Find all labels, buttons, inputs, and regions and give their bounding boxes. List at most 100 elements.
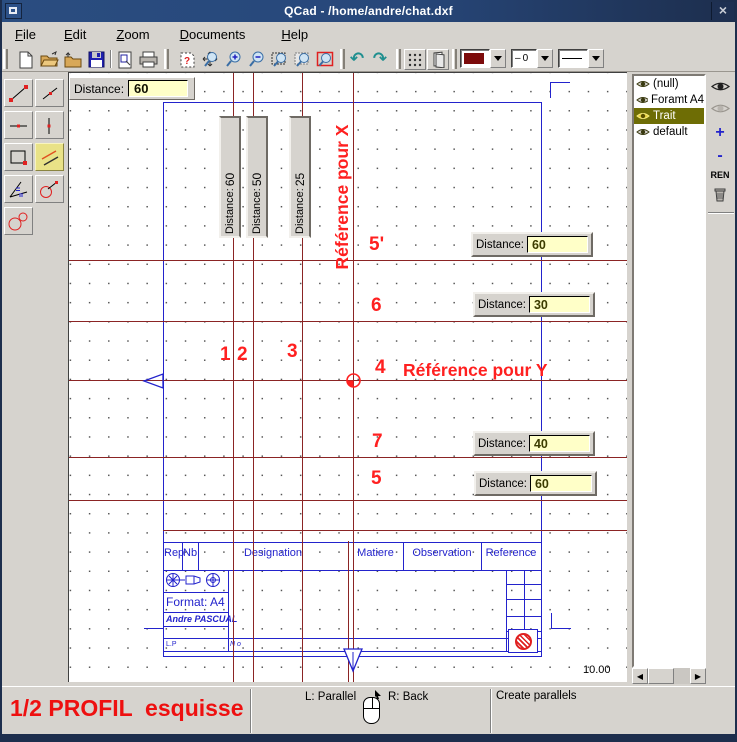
pages-icon — [431, 51, 446, 68]
tool-line-horizontal[interactable] — [4, 111, 33, 139]
tool-tangent-point-circle[interactable] — [35, 175, 64, 203]
layer-view-button[interactable] — [427, 49, 449, 70]
eye-icon[interactable] — [636, 79, 650, 89]
tool-tangent-circles[interactable] — [4, 207, 33, 235]
new-file-icon — [18, 51, 34, 69]
titleblock-header-reference: Reference — [481, 547, 541, 559]
zoom-auto-button[interactable] — [199, 49, 221, 70]
eye-icon[interactable] — [636, 111, 650, 121]
layer-name: (null) — [653, 78, 679, 90]
tool-line-vertical[interactable] — [35, 111, 64, 139]
tool-bisector[interactable] — [4, 175, 33, 203]
color-select-arrow[interactable] — [490, 49, 506, 68]
distance-tag-rotated-3: Distance:25 — [289, 116, 311, 238]
line-style-arrow[interactable] — [588, 49, 604, 68]
layer-show-all-button[interactable] — [706, 80, 734, 98]
crop-mark-top-right — [550, 82, 570, 98]
zoom-pan-button[interactable] — [291, 49, 313, 70]
zoom-in-button[interactable] — [222, 49, 244, 70]
rectangle-icon — [7, 147, 30, 168]
title-bar[interactable]: QCad - /home/andre/chat.dxf × — [0, 0, 737, 22]
titleblock-line — [506, 616, 542, 617]
delete-layer-button[interactable] — [706, 185, 734, 208]
tool-line-angle[interactable] — [35, 79, 64, 107]
toolbar-handle[interactable] — [452, 49, 457, 69]
layer-list-scrollbar[interactable]: ◀ ▶ — [632, 668, 706, 684]
tool-rectangle[interactable] — [4, 143, 33, 171]
status-bar: 1/2 PROFIL esquisse L: Parallel R: Back … — [0, 686, 737, 734]
layer-row-trait[interactable]: Trait — [634, 108, 704, 124]
close-button[interactable]: × — [711, 2, 734, 20]
print-preview-button[interactable] — [114, 49, 136, 70]
line-width-value: 0 — [523, 53, 529, 64]
import-button[interactable] — [61, 49, 83, 70]
line-style-glyph — [562, 58, 582, 59]
layer-row-null[interactable]: (null) — [634, 76, 704, 92]
toolbar-handle[interactable] — [396, 49, 401, 69]
titleblock-line — [163, 626, 228, 627]
eye-icon — [711, 80, 730, 93]
grid-toggle-button[interactable] — [404, 49, 426, 70]
distance-value: 60 — [223, 130, 238, 186]
menu-edit[interactable]: Edit — [55, 24, 95, 45]
zoom-window-button[interactable] — [268, 49, 290, 70]
new-file-button[interactable] — [15, 49, 37, 70]
titleblock-footer-left: L.P — [166, 641, 177, 648]
layer-row-default[interactable]: default — [634, 124, 704, 140]
titleblock-line — [163, 612, 228, 613]
rename-layer-button[interactable]: REN — [706, 170, 734, 180]
remove-layer-button[interactable]: - — [706, 147, 734, 165]
menu-file[interactable]: File — [6, 24, 45, 45]
open-file-button[interactable] — [38, 49, 60, 70]
eye-closed-icon — [711, 102, 730, 115]
line-style-field[interactable] — [558, 49, 588, 68]
distance-input[interactable]: 60 — [128, 80, 188, 97]
import-folder-icon — [63, 51, 82, 68]
panel-divider — [708, 212, 734, 214]
construction-hline-6 — [69, 321, 627, 322]
layer-hide-all-button[interactable] — [706, 102, 734, 120]
toolbar-handle[interactable] — [340, 49, 345, 69]
distance-tag-60b: Distance:60 — [474, 471, 597, 496]
layer-name: Foramt A4 — [651, 94, 704, 106]
scroll-left-button[interactable]: ◀ — [632, 668, 648, 684]
parallel-lines-icon — [38, 147, 61, 168]
redo-button[interactable]: ↷ — [369, 49, 391, 70]
toolbar-handle[interactable] — [3, 49, 8, 69]
window-menu-icon[interactable] — [5, 3, 22, 19]
undo-button[interactable]: ↶ — [346, 49, 368, 70]
save-button[interactable] — [85, 49, 107, 70]
toolbar-handle[interactable] — [164, 49, 169, 69]
open-folder-icon — [40, 51, 59, 68]
tool-line-two-points[interactable] — [4, 79, 33, 107]
scrollbar-thumb[interactable] — [648, 668, 674, 684]
construction-hline-5 — [69, 500, 627, 501]
tool-parallel[interactable] — [35, 143, 64, 171]
annotation-7: 7 — [372, 431, 383, 453]
zoom-previous-button[interactable] — [314, 49, 336, 70]
toolbar-separator — [110, 50, 112, 68]
line-horizontal-icon — [7, 115, 30, 136]
add-layer-button[interactable]: + — [706, 124, 734, 142]
color-select-field[interactable] — [460, 49, 490, 68]
eye-icon[interactable] — [636, 127, 650, 137]
drawing-canvas[interactable]: Rep Nb Designation Matiere Observation R… — [68, 72, 627, 682]
redraw-button[interactable]: ? — [176, 49, 198, 70]
line-width-field[interactable]: – 0 — [511, 49, 537, 68]
eye-icon[interactable] — [636, 95, 648, 105]
annotation-5prime: 5' — [369, 234, 384, 256]
line-width-arrow[interactable] — [537, 49, 553, 68]
scroll-right-button[interactable]: ▶ — [690, 668, 706, 684]
distance-value: 30 — [529, 296, 590, 313]
layer-list[interactable]: (null) Foramt A4 Trait default — [632, 74, 706, 668]
menu-zoom[interactable]: Zoom — [107, 24, 158, 45]
menu-help[interactable]: Help — [272, 24, 317, 45]
annotation-6: 6 — [371, 295, 382, 317]
distance-tag-30: Distance:30 — [473, 292, 595, 317]
distance-label: Distance: — [294, 188, 306, 234]
zoom-out-button[interactable] — [245, 49, 267, 70]
layer-row-foramt-a4[interactable]: Foramt A4 — [634, 92, 704, 108]
print-button[interactable] — [137, 49, 159, 70]
menu-documents[interactable]: Documents — [171, 24, 255, 45]
titleblock-logo-box — [508, 629, 538, 653]
